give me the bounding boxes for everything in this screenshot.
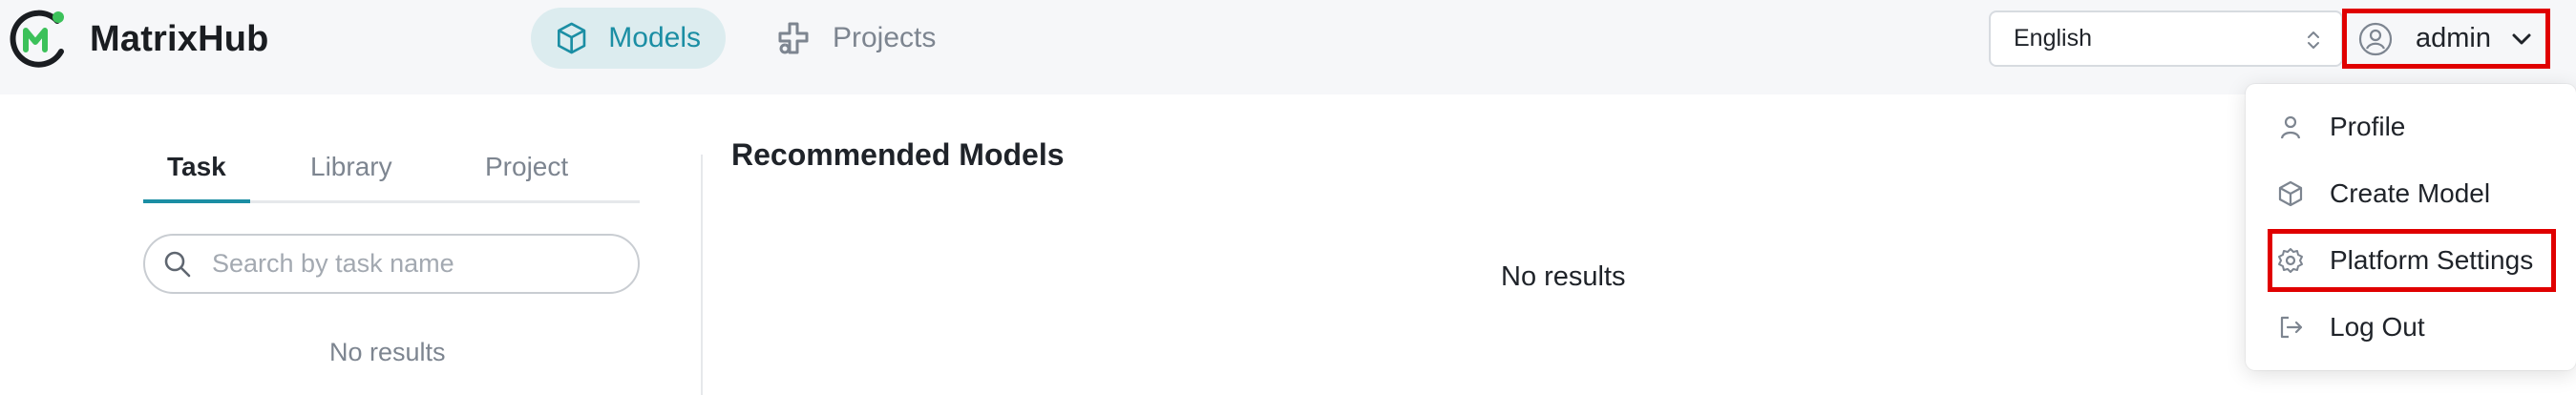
tab-task[interactable]: Task [167, 152, 226, 182]
menu-item-create-model[interactable]: Create Model [2269, 164, 2555, 223]
chevron-down-icon [2512, 33, 2531, 44]
recommended-models-title: Recommended Models [731, 137, 1065, 172]
menu-item-create-model-label: Create Model [2330, 178, 2491, 208]
panel-divider [701, 155, 703, 395]
sort-caret-icon [2308, 31, 2319, 49]
matrixhub-logo-icon [10, 10, 64, 68]
tab-project[interactable]: Project [485, 152, 568, 182]
brand-name: MatrixHub [90, 19, 269, 59]
page: MatrixHub Models Projects English admin … [0, 0, 2576, 395]
menu-item-log-out[interactable]: Log Out [2269, 298, 2555, 357]
task-search-box [143, 234, 640, 294]
nav-models-tab[interactable]: Models [531, 8, 726, 69]
nav-projects-label: Projects [833, 22, 937, 53]
gear-icon [2278, 248, 2303, 273]
user-name: admin [2416, 23, 2491, 53]
person-icon [2280, 115, 2301, 139]
user-avatar-icon [2358, 22, 2393, 55]
task-search-input[interactable] [212, 249, 613, 279]
logout-icon [2280, 316, 2303, 339]
top-header: MatrixHub Models Projects English admin [0, 0, 2576, 94]
active-tab-indicator [143, 199, 250, 203]
user-menu-button[interactable]: admin [2342, 9, 2550, 69]
cube-icon [2278, 180, 2303, 207]
task-list-empty: No results [329, 338, 446, 366]
projects-icon [778, 22, 809, 54]
menu-item-profile-label: Profile [2330, 112, 2406, 141]
user-dropdown-menu: Profile Create Model Platform Settings L… [2246, 84, 2576, 370]
cube-icon [557, 22, 586, 54]
nav-projects-tab[interactable]: Projects [750, 8, 980, 69]
menu-item-platform-settings-label: Platform Settings [2330, 245, 2534, 275]
search-icon [164, 251, 191, 277]
menu-item-profile[interactable]: Profile [2269, 97, 2555, 156]
language-selected-value: English [2014, 25, 2092, 52]
tab-library[interactable]: Library [310, 152, 392, 182]
menu-item-platform-settings[interactable]: Platform Settings [2268, 229, 2556, 292]
language-select[interactable]: English [1989, 10, 2343, 67]
filter-tabs: Task Library Project [143, 148, 640, 203]
nav-models-label: Models [608, 22, 701, 53]
menu-item-log-out-label: Log Out [2330, 312, 2425, 342]
models-empty: No results [1501, 261, 1626, 292]
